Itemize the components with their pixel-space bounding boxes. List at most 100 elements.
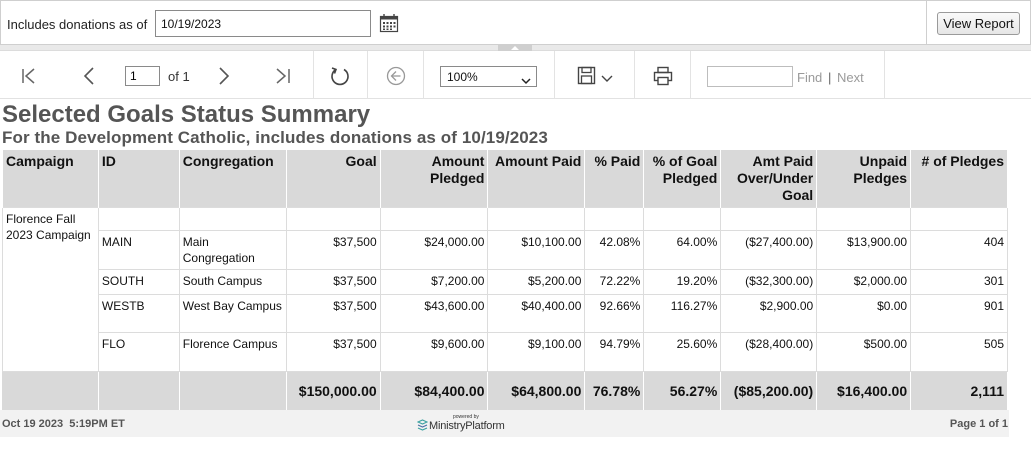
pct-goal-cell: 64.00% xyxy=(643,230,722,270)
column-header: % Paid xyxy=(584,150,645,208)
table-row: Florence Fall 2023 Campaign xyxy=(2,207,1008,372)
toolbar-separator xyxy=(634,51,635,99)
brand-name: MinistryPlatform xyxy=(429,420,505,432)
unpaid-cell: $13,900.00 xyxy=(816,230,912,270)
column-header: Amount Paid xyxy=(487,150,586,208)
report-subtitle: For the Development Catholic, includes d… xyxy=(2,128,548,147)
table-row: FLO Florence Campus $37,500 $9,600.00 $9… xyxy=(3,332,1008,372)
brand-mark-icon xyxy=(417,419,428,431)
calendar-icon[interactable] xyxy=(379,13,399,33)
column-header: Goal xyxy=(285,150,381,208)
parameter-bar: Includes donations as of View Report xyxy=(0,0,1031,45)
table-header-row: Campaign ID Congregation Goal Amount Ple… xyxy=(2,150,1008,208)
unpaid-cell: $0.00 xyxy=(816,294,912,333)
congregation-cell: Florence Campus xyxy=(178,332,287,372)
paid-cell: $5,200.00 xyxy=(487,269,586,295)
pledges-cell: 901 xyxy=(910,294,1008,333)
report-table: Campaign ID Congregation Goal Amount Ple… xyxy=(2,150,1008,411)
goal-cell: $37,500 xyxy=(285,230,381,270)
ministry-platform-logo: powered by MinistryPlatform xyxy=(417,414,512,434)
total-pct-goal-cell: 56.27% xyxy=(643,371,722,411)
report-title: Selected Goals Status Summary xyxy=(2,101,371,128)
pledges-cell: 404 xyxy=(910,230,1008,270)
pct-goal-cell: 25.60% xyxy=(643,332,722,372)
column-header: Unpaid Pledges xyxy=(816,150,912,208)
toolbar-separator xyxy=(313,51,314,99)
pct-paid-cell: 42.08% xyxy=(584,230,645,270)
column-header: Campaign xyxy=(2,150,99,208)
refresh-icon[interactable] xyxy=(329,65,351,87)
page-count-text: of 1 xyxy=(168,69,190,84)
toolbar-separator xyxy=(367,51,368,99)
pledged-cell: $43,600.00 xyxy=(379,294,489,333)
id-cell: FLO xyxy=(97,332,180,372)
pledges-cell: 301 xyxy=(910,269,1008,295)
unpaid-cell: $500.00 xyxy=(816,332,912,372)
campaign-cell: Florence Fall 2023 Campaign xyxy=(2,207,99,372)
goal-cell: $37,500 xyxy=(285,294,381,333)
date-input[interactable] xyxy=(155,10,371,37)
page-number-input[interactable] xyxy=(125,66,160,86)
congregation-cell: West Bay Campus xyxy=(178,294,287,333)
unpaid-cell: $2,000.00 xyxy=(816,269,912,295)
over-under-cell: ($32,300.00) xyxy=(720,269,818,295)
pledged-cell: $24,000.00 xyxy=(379,230,489,270)
over-under-cell: ($28,400.00) xyxy=(720,332,818,372)
id-cell: WESTB xyxy=(97,294,180,333)
table-row: MAIN Main Congregation $37,500 $24,000.0… xyxy=(3,230,1008,270)
first-page-icon[interactable] xyxy=(19,65,41,87)
back-icon[interactable] xyxy=(385,65,407,87)
over-under-cell: ($27,400.00) xyxy=(720,230,818,270)
view-report-button[interactable]: View Report xyxy=(937,12,1020,35)
column-header: % of Goal Pledged xyxy=(643,150,722,208)
total-pledged-cell: $84,400.00 xyxy=(379,371,489,411)
total-pledges-cell: 2,111 xyxy=(910,371,1008,411)
toolbar-separator xyxy=(423,51,424,99)
find-input[interactable] xyxy=(707,66,793,87)
total-paid-cell: $64,800.00 xyxy=(487,371,586,411)
pct-paid-cell: 92.66% xyxy=(584,294,645,333)
table-row: WESTB West Bay Campus $37,500 $43,600.00… xyxy=(3,294,1008,333)
param-divider xyxy=(926,1,927,45)
chevron-down-icon[interactable] xyxy=(601,71,623,93)
collapse-arrow-icon xyxy=(511,46,519,50)
next-page-icon[interactable] xyxy=(213,65,235,87)
report-footer: Oct 19 2023 5:19PM ET powered by Ministr… xyxy=(0,410,1009,437)
column-header: ID xyxy=(97,150,180,208)
column-header: Amount Pledged xyxy=(379,150,489,208)
toolbar-separator xyxy=(884,51,885,99)
total-pct-paid-cell: 76.78% xyxy=(584,371,645,411)
toolbar-separator xyxy=(554,51,555,99)
pledged-cell: $9,600.00 xyxy=(379,332,489,372)
page-info: Page 1 of 1 xyxy=(949,418,1008,430)
id-cell: SOUTH xyxy=(97,269,180,295)
save-icon[interactable] xyxy=(576,65,598,87)
column-header: # of Pledges xyxy=(910,150,1008,208)
pct-goal-cell: 116.27% xyxy=(643,294,722,333)
chevron-down-icon xyxy=(521,72,531,85)
pct-goal-cell: 19.20% xyxy=(643,269,722,295)
id-cell: MAIN xyxy=(97,230,180,270)
print-icon[interactable] xyxy=(652,65,674,87)
congregation-cell: Main Congregation xyxy=(178,230,287,270)
goal-cell: $37,500 xyxy=(285,269,381,295)
paid-cell: $40,400.00 xyxy=(487,294,586,333)
column-header: Amt Paid Over/Under Goal xyxy=(720,150,818,208)
find-link[interactable]: Find xyxy=(797,70,822,85)
pledges-cell: 505 xyxy=(910,332,1008,372)
last-page-icon[interactable] xyxy=(272,65,294,87)
paid-cell: $10,100.00 xyxy=(487,230,586,270)
previous-page-icon[interactable] xyxy=(78,65,100,87)
report-timestamp: Oct 19 2023 5:19PM ET xyxy=(2,418,125,430)
pct-paid-cell: 94.79% xyxy=(584,332,645,372)
date-param-label: Includes donations as of xyxy=(7,17,148,32)
pct-paid-cell: 72.22% xyxy=(584,269,645,295)
find-next-link[interactable]: Next xyxy=(837,70,864,85)
table-row: SOUTH South Campus $37,500 $7,200.00 $5,… xyxy=(3,269,1008,295)
column-header: Congregation xyxy=(178,150,287,208)
pledged-cell: $7,200.00 xyxy=(379,269,489,295)
totals-row: $150,000.00 $84,400.00 $64,800.00 76.78%… xyxy=(2,371,1008,411)
congregation-cell: South Campus xyxy=(178,269,287,295)
total-over-under-cell: ($85,200.00) xyxy=(720,371,818,411)
find-separator: | xyxy=(828,70,832,85)
